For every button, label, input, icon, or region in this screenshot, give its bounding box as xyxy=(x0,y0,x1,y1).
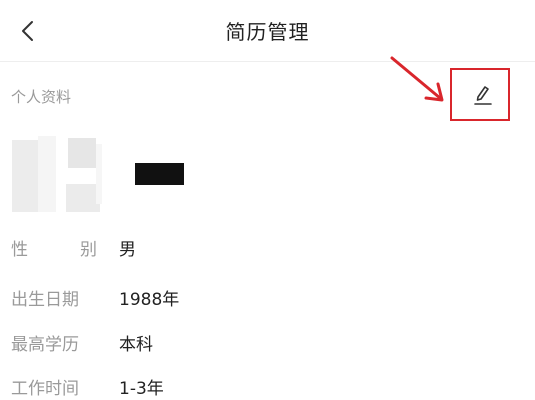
personal-info-section-label: 个人资料 xyxy=(11,88,72,106)
edit-profile-button[interactable] xyxy=(450,68,510,121)
redacted-name xyxy=(135,163,184,185)
resume-management-screen: 简历管理 个人资料 性 别 男 出生日期 1988年 最高学历 本科 工作时间 xyxy=(0,0,535,400)
page-title: 简历管理 xyxy=(225,20,310,44)
birth-date-value: 1988年 xyxy=(119,290,180,310)
education-value: 本科 xyxy=(119,335,153,355)
avatar-blur-block xyxy=(12,140,38,212)
avatar-blur-block xyxy=(66,184,100,212)
pencil-icon xyxy=(474,86,492,105)
work-experience-row: 工作时间 1-3年 xyxy=(11,374,311,399)
avatar[interactable] xyxy=(12,136,102,212)
annotation-arrow-icon xyxy=(390,56,444,102)
gender-label-char: 性 xyxy=(11,240,28,260)
birth-date-row: 出生日期 1988年 xyxy=(11,285,311,310)
avatar-blur-block xyxy=(38,136,56,212)
avatar-blur-block xyxy=(68,138,96,168)
birth-date-label: 出生日期 xyxy=(11,290,79,310)
gender-label-char: 别 xyxy=(80,240,97,260)
gender-label: 性 别 xyxy=(11,235,97,260)
education-label: 最高学历 xyxy=(11,335,79,355)
work-experience-value: 1-3年 xyxy=(119,379,164,399)
avatar-blur-block xyxy=(96,144,102,204)
gender-row: 性 别 男 xyxy=(11,235,311,260)
education-row: 最高学历 本科 xyxy=(11,330,311,355)
work-experience-label: 工作时间 xyxy=(11,379,79,399)
gender-value: 男 xyxy=(119,240,136,260)
navigation-bar: 简历管理 xyxy=(0,0,535,62)
